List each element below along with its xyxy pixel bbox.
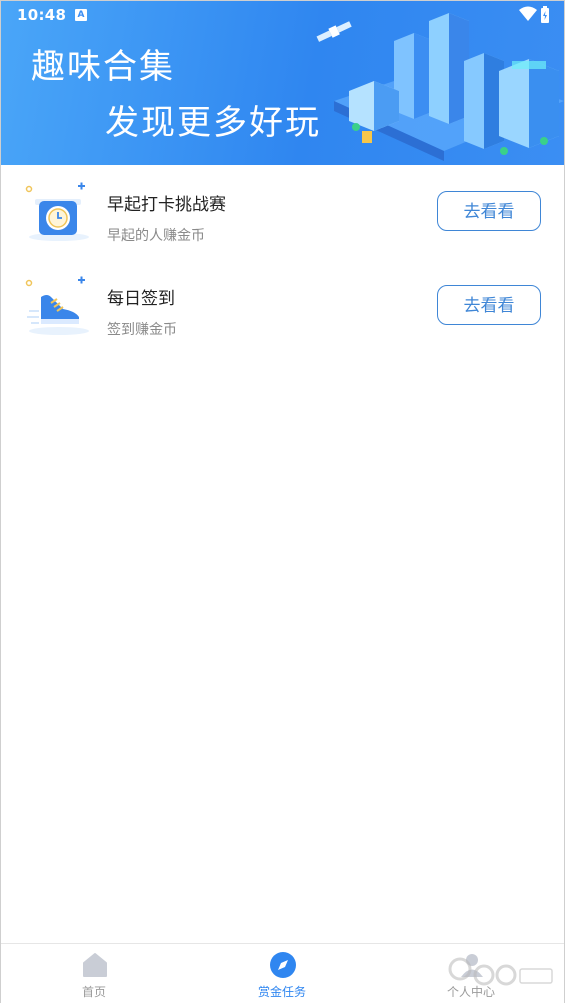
tab-home[interactable]: 首页 [34,944,154,1003]
tab-label: 赏金任务 [257,985,306,999]
task-item-daily-signin: 每日签到 签到赚金币 去看看 [1,259,564,353]
task-title: 每日签到 [107,289,175,309]
notification-icon: A [75,9,87,21]
home-icon [83,953,107,977]
tab-bounty-tasks[interactable]: 赏金任务 [222,944,342,1003]
sneaker-icon [25,276,89,335]
go-view-button[interactable]: 去看看 [437,191,541,231]
city-illustration [316,13,564,161]
satellite-icon [316,21,352,42]
watermark-logo [448,957,553,986]
compass-icon [270,952,296,978]
header-banner: 10:48 A 趣味合集 发现更多好玩 [1,1,564,165]
task-description: 签到赚金币 [107,322,177,338]
banner-subtitle: 发现更多好玩 [105,103,321,143]
banner-title: 趣味合集 [31,47,175,87]
task-title: 早起打卡挑战赛 [107,195,226,215]
go-view-button[interactable]: 去看看 [437,285,541,325]
alarm-clock-icon [25,182,89,241]
status-time: 10:48 [17,6,67,24]
task-item-early-checkin: 早起打卡挑战赛 早起的人赚金币 去看看 [1,165,564,259]
task-description: 早起的人赚金币 [107,228,205,244]
tab-label: 首页 [81,985,106,999]
